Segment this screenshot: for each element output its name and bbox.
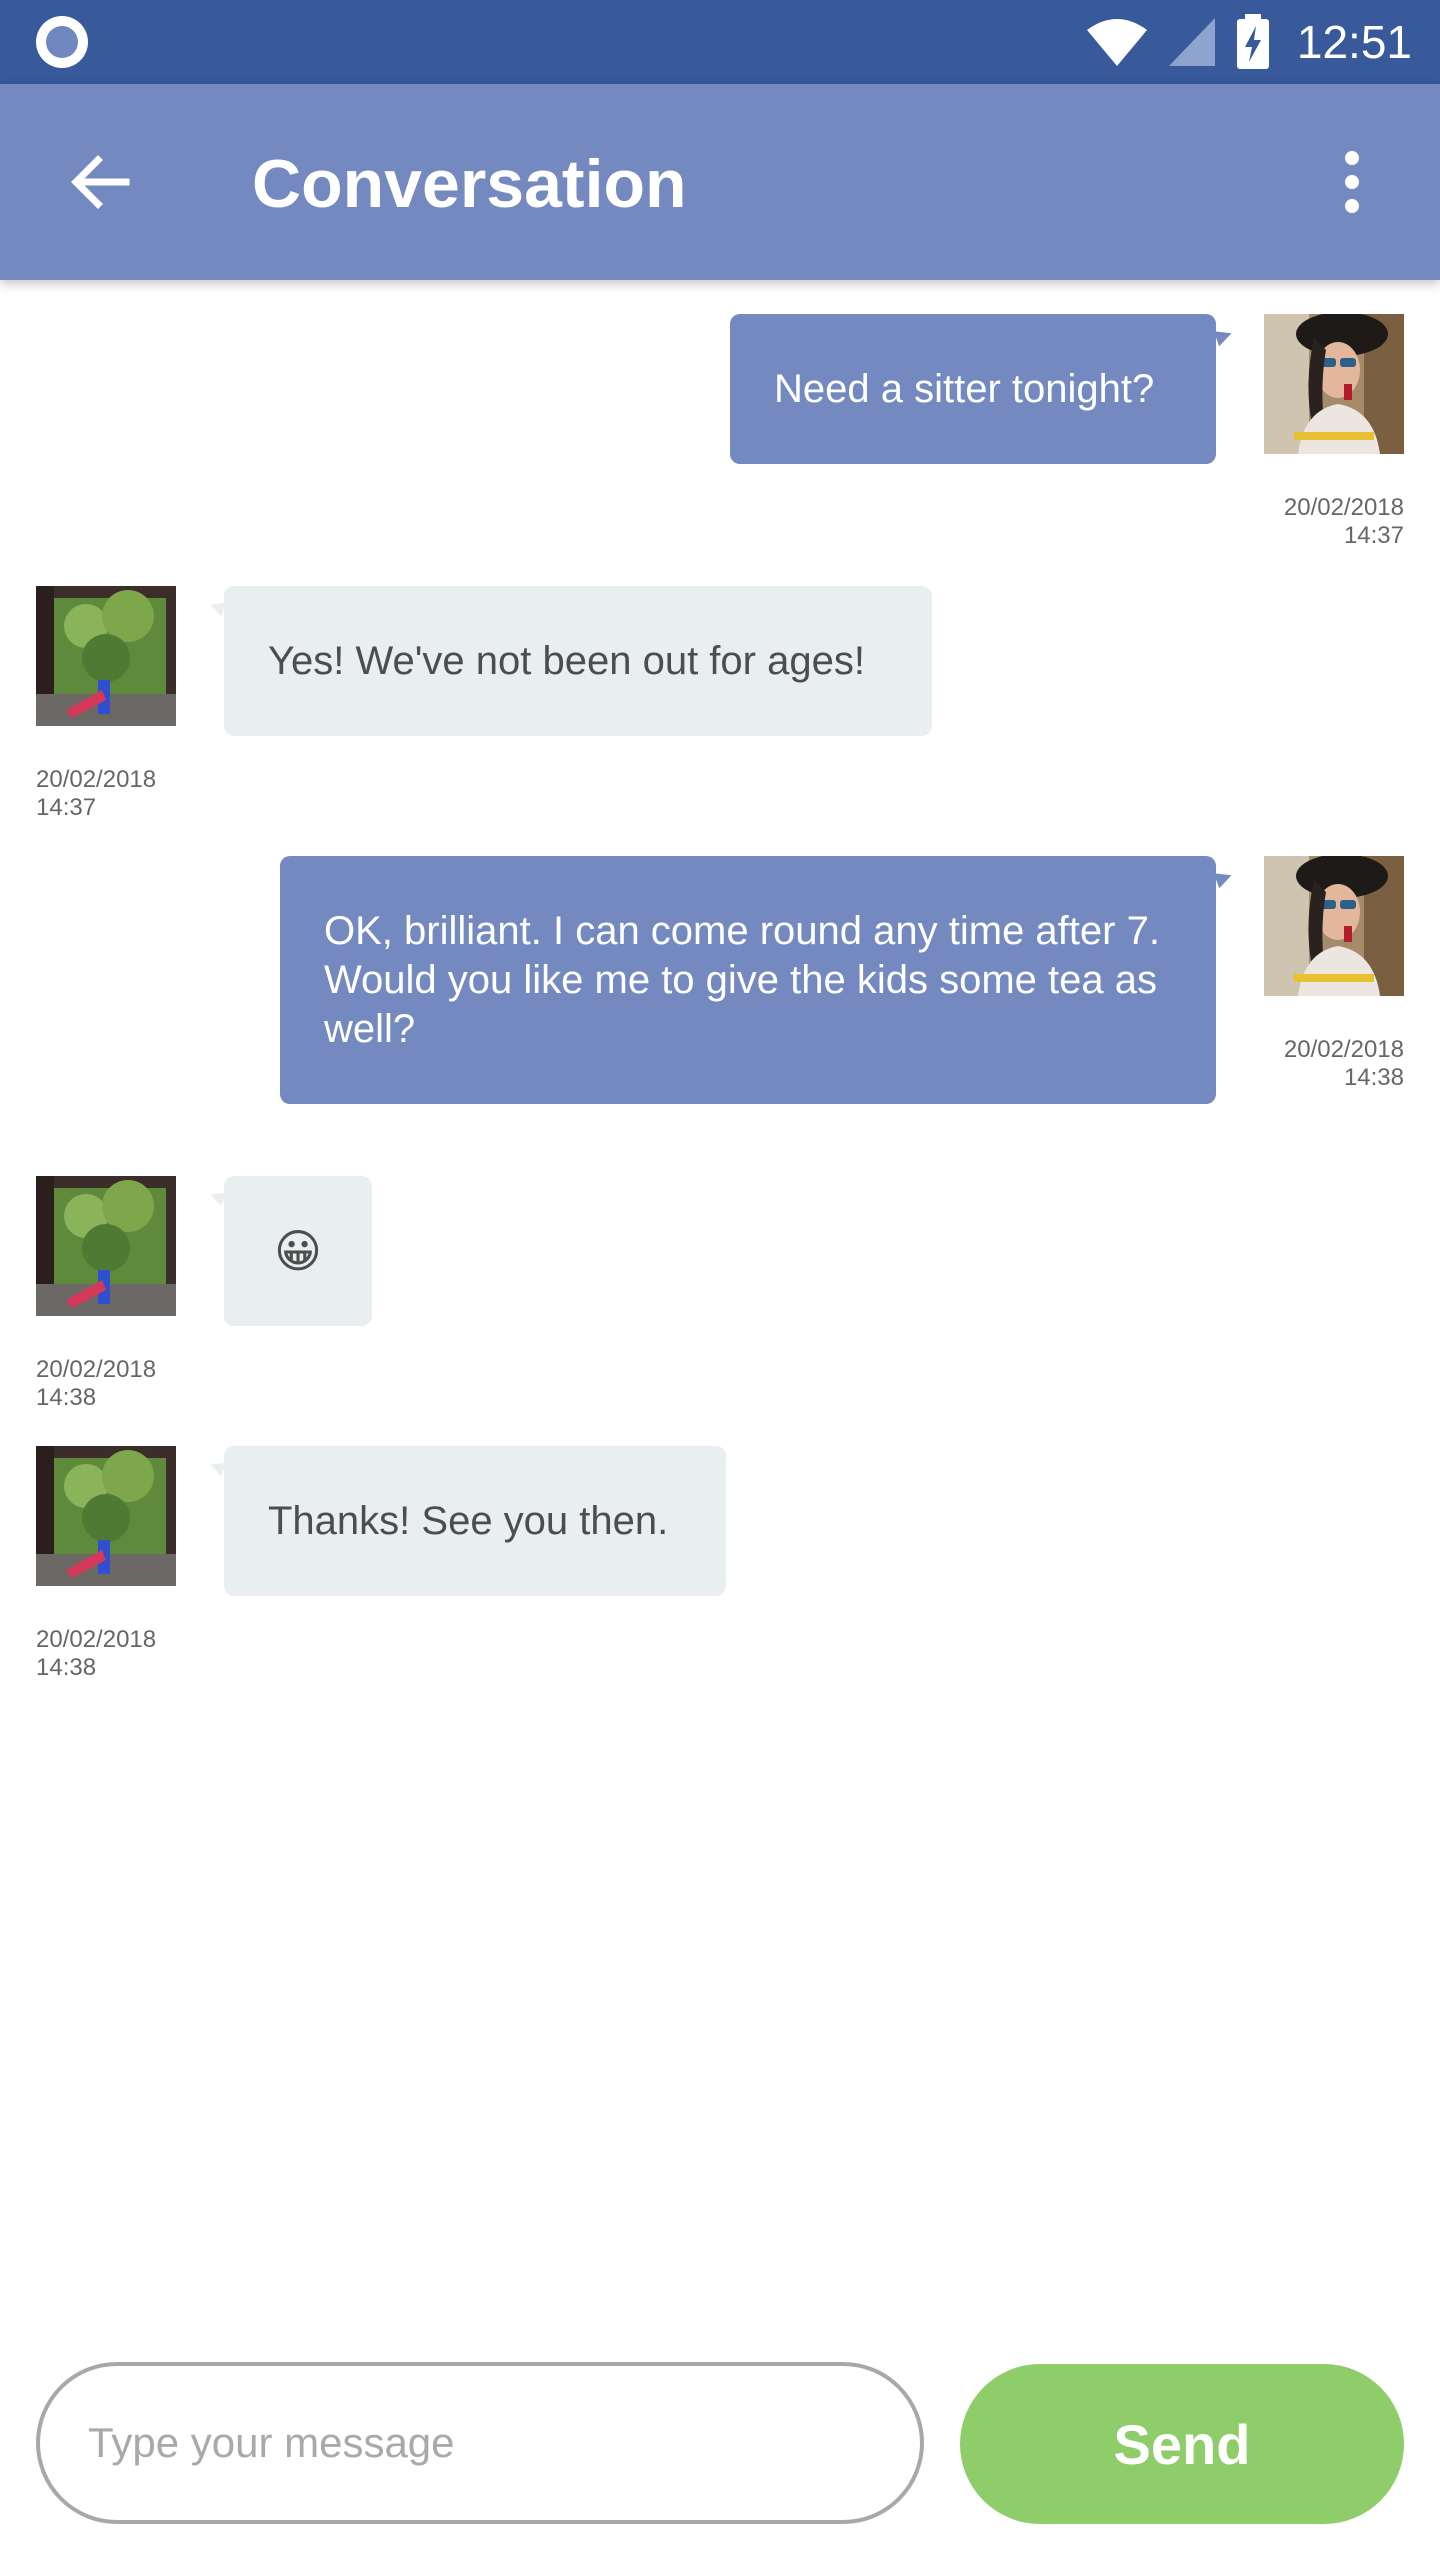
message-timestamp: 20/02/2018 14:37 (1180, 494, 1404, 550)
contact-photo (36, 586, 176, 726)
message-bubble-incoming[interactable]: Thanks! See you then. (224, 1446, 726, 1596)
contact-avatar (36, 586, 176, 726)
message-time: 14:38 (36, 1384, 97, 1411)
sender-avatar (1264, 856, 1404, 996)
status-time: 12:51 (1296, 16, 1412, 68)
record-icon (36, 16, 88, 68)
message-timestamp: 20/02/2018 14:38 (36, 1626, 236, 1682)
message-timestamp: 20/02/2018 14:37 (36, 766, 236, 822)
message-date: 20/02/2018 (36, 1626, 157, 1653)
message-bubble-incoming[interactable]: 😀 (224, 1176, 372, 1326)
message-text: Need a sitter tonight? (774, 366, 1155, 411)
message-emoji: 😀 (274, 1225, 322, 1277)
message-time: 14:38 (36, 1654, 97, 1681)
message-timestamp: 20/02/2018 14:38 (1180, 1036, 1404, 1092)
message-time: 14:38 (1343, 1064, 1404, 1091)
status-bar: 12:51 (0, 0, 1440, 84)
battery-charging-icon (1236, 14, 1269, 69)
message-text: OK, brilliant. I can come round any time… (324, 908, 1160, 1051)
message-text: Yes! We've not been out for ages! (268, 638, 865, 683)
user-photo (1264, 856, 1404, 996)
app-bar: Conversation (0, 84, 1440, 280)
message-time: 14:37 (36, 794, 97, 821)
message-bubble-outgoing[interactable]: OK, brilliant. I can come round any time… (280, 856, 1216, 1104)
message-timestamp: 20/02/2018 14:38 (36, 1356, 236, 1412)
more-vertical-icon (1345, 151, 1359, 213)
back-button[interactable] (52, 134, 148, 230)
message-input[interactable] (36, 2362, 924, 2524)
more-options-button[interactable] (1304, 134, 1400, 230)
message-date: 20/02/2018 (36, 1356, 157, 1383)
message-date: 20/02/2018 (1283, 1036, 1404, 1063)
message-text: Thanks! See you then. (268, 1498, 669, 1543)
message-date: 20/02/2018 (36, 766, 157, 793)
message-time: 14:37 (1343, 522, 1404, 549)
message-bubble-incoming[interactable]: Yes! We've not been out for ages! (224, 586, 932, 736)
message-bubble-outgoing[interactable]: Need a sitter tonight? (730, 314, 1216, 464)
send-button[interactable]: Send (960, 2364, 1404, 2524)
contact-avatar (36, 1176, 176, 1316)
contact-photo (36, 1446, 176, 1586)
user-photo (1264, 314, 1404, 454)
status-icons: 12:51 (1085, 0, 1412, 84)
contact-avatar (36, 1446, 176, 1586)
sender-avatar (1264, 314, 1404, 454)
arrow-left-icon (71, 155, 130, 209)
message-date: 20/02/2018 (1283, 494, 1404, 521)
page-title: Conversation (252, 146, 687, 222)
contact-photo (36, 1176, 176, 1316)
wifi-icon (1086, 19, 1147, 66)
signal-icon (1168, 18, 1215, 66)
